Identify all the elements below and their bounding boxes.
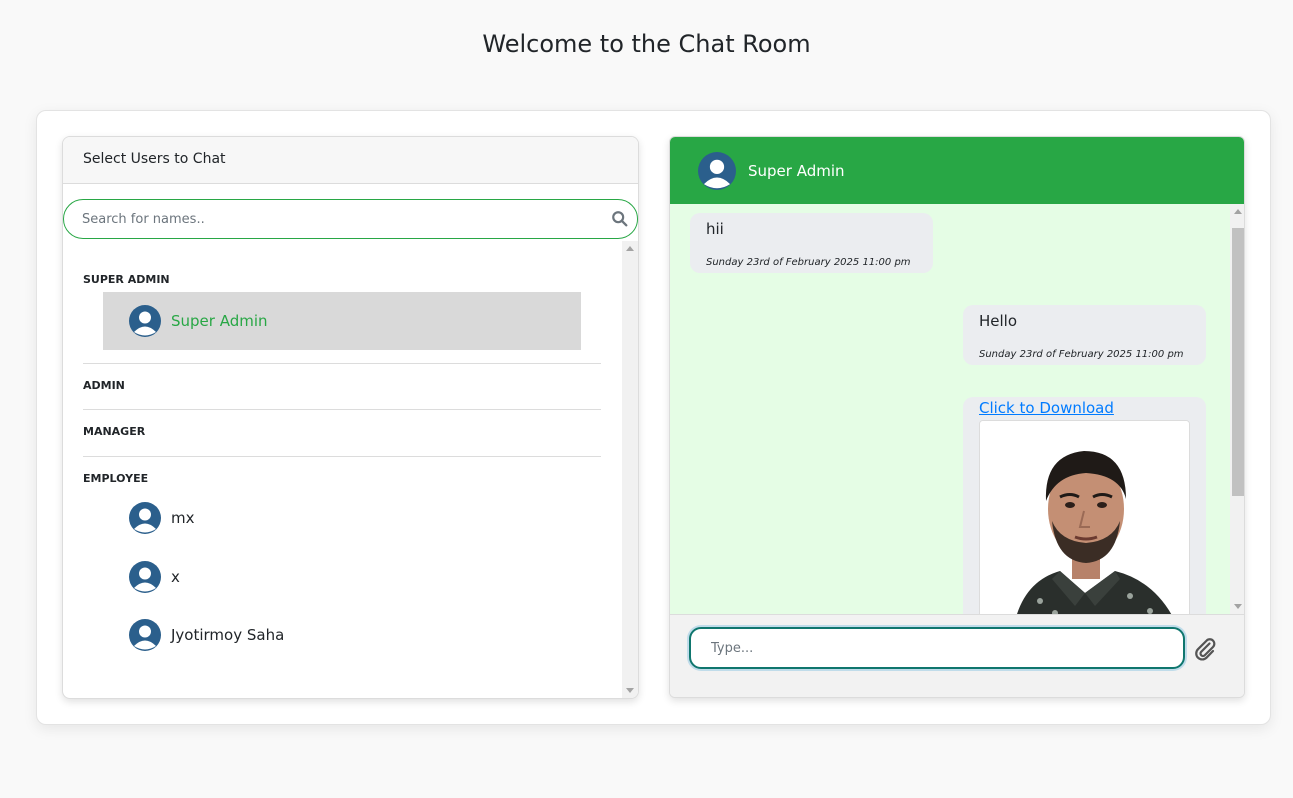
message-input[interactable] (689, 627, 1185, 669)
search-icon[interactable] (611, 210, 629, 228)
user-avatar-icon (129, 561, 161, 593)
scroll-up-icon[interactable] (1234, 209, 1242, 214)
user-avatar-icon (129, 502, 161, 534)
scroll-down-icon[interactable] (1234, 604, 1242, 609)
user-avatar-icon (129, 619, 161, 651)
user-select-header: Select Users to Chat (63, 137, 638, 184)
search-box (63, 199, 638, 239)
group-label-super-admin: SUPER ADMIN (83, 273, 170, 286)
chat-partner-name: Super Admin (748, 161, 845, 180)
group-label-manager: MANAGER (83, 425, 146, 438)
group-label-employee: EMPLOYEE (83, 472, 149, 485)
message-timestamp: Sunday 23rd of February 2025 11:00 pm (979, 349, 1184, 360)
download-link[interactable]: Click to Download (979, 399, 1114, 417)
search-input[interactable] (82, 209, 602, 229)
message-scrollbar[interactable] (1230, 204, 1244, 614)
message-bubble-received: hii Sunday 23rd of February 2025 11:00 p… (690, 213, 933, 273)
scroll-down-icon[interactable] (626, 688, 634, 693)
chat-panel: Super Admin hii Sunday 23rd of February … (669, 136, 1245, 698)
user-item-mx[interactable]: mx (103, 489, 581, 547)
scrollbar-thumb[interactable] (1232, 228, 1244, 496)
message-bubble-attachment: Click to Download (963, 397, 1206, 614)
user-list[interactable]: SUPER ADMIN Super Admin ADMIN MANAGER EM… (63, 241, 638, 698)
message-timestamp: Sunday 23rd of February 2025 11:00 pm (706, 257, 911, 268)
message-text: hii (706, 220, 724, 238)
user-list-scrollbar[interactable] (622, 241, 638, 698)
user-item-x[interactable]: x (103, 548, 581, 606)
attachment-image[interactable] (979, 420, 1190, 614)
message-text: Hello (979, 312, 1018, 330)
user-avatar-icon (698, 151, 736, 190)
message-bubble-sent: Hello Sunday 23rd of February 2025 11:00… (963, 305, 1206, 365)
message-composer (670, 614, 1244, 697)
paperclip-icon[interactable] (1193, 637, 1217, 661)
user-item-super-admin[interactable]: Super Admin (103, 292, 581, 350)
person-photo (980, 421, 1189, 614)
group-divider (83, 456, 601, 457)
group-divider (83, 363, 601, 364)
user-avatar-icon (129, 305, 161, 337)
scroll-up-icon[interactable] (626, 246, 634, 251)
group-label-admin: ADMIN (83, 379, 125, 392)
user-name: x (171, 568, 180, 586)
chat-header: Super Admin (670, 137, 1244, 204)
user-item-jyotirmoy-saha[interactable]: Jyotirmoy Saha (103, 606, 581, 664)
user-name: mx (171, 509, 195, 527)
user-name: Super Admin (171, 312, 268, 330)
group-divider (83, 409, 601, 410)
user-select-panel: Select Users to Chat SUPER ADMIN Super A… (62, 136, 639, 699)
user-name: Jyotirmoy Saha (171, 626, 285, 644)
message-list[interactable]: hii Sunday 23rd of February 2025 11:00 p… (670, 204, 1244, 614)
page-title: Welcome to the Chat Room (482, 30, 811, 58)
